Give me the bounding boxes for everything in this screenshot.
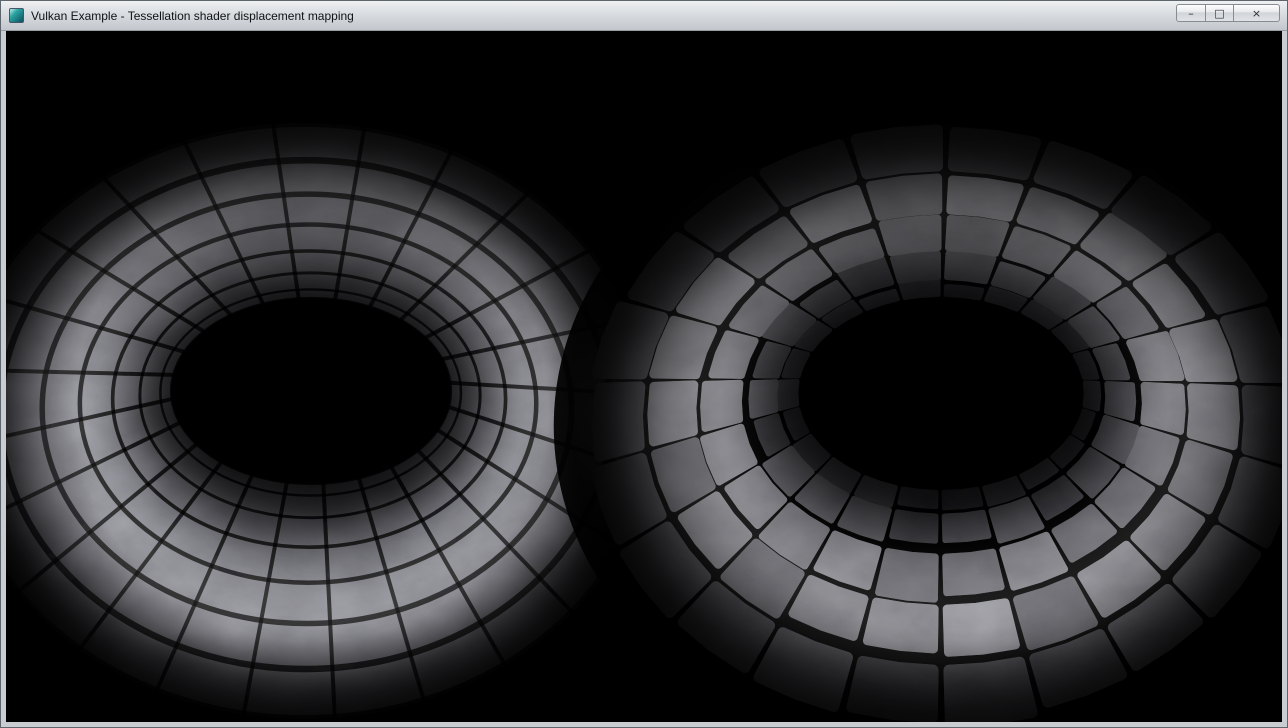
window-title: Vulkan Example - Tessellation shader dis… <box>31 9 354 23</box>
minimize-icon: – <box>1188 8 1194 19</box>
close-button[interactable]: × <box>1233 4 1280 22</box>
titlebar[interactable]: Vulkan Example - Tessellation shader dis… <box>1 1 1287 31</box>
window-controls: – □ × <box>1177 4 1280 22</box>
maximize-button[interactable]: □ <box>1205 4 1234 22</box>
close-icon: × <box>1252 8 1261 19</box>
app-window: Vulkan Example - Tessellation shader dis… <box>0 0 1288 728</box>
app-icon <box>9 8 24 23</box>
render-viewport[interactable] <box>6 31 1282 722</box>
minimize-button[interactable]: – <box>1176 4 1206 22</box>
torus-right-displacement-mapped <box>532 70 1282 722</box>
vulkan-3d-scene <box>6 31 1282 722</box>
maximize-icon: □ <box>1214 8 1224 19</box>
